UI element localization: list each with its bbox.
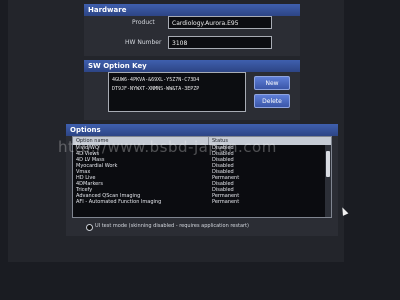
ui-test-mode-checkbox[interactable] (86, 224, 93, 231)
options-header: Options (66, 124, 338, 136)
sw-option-key-title: SW Option Key (88, 62, 147, 70)
hardware-panel: Product Cardiology.Aurora.E95 HW Number … (84, 16, 300, 56)
options-title: Options (70, 126, 101, 134)
delete-key-button[interactable]: Delete (254, 94, 290, 108)
product-label: Product (132, 19, 155, 26)
ui-test-mode-label: UI test mode (skinning disabled - requir… (95, 223, 249, 229)
system-config-screen: Hardware Product Cardiology.Aurora.E95 H… (8, 0, 344, 262)
scrollbar-thumb[interactable] (326, 151, 330, 177)
sw-option-key-panel: 4GUW6-4PKVA-&69XL-Y5Z7N-C73D4 DT9JF-NYWX… (84, 72, 300, 120)
option-key-line: DT9JF-NYWXT-XNMNS-WW&TA-3EPZP (112, 86, 200, 92)
option-status: Permanent (212, 199, 240, 205)
option-name: AFI - Automated Function Imaging (76, 199, 162, 205)
option-key-list[interactable]: 4GUW6-4PKVA-&69XL-Y5Z7N-C73D4 DT9JF-NYWX… (108, 72, 246, 112)
table-row[interactable]: AFI - Automated Function Imaging Permane… (73, 199, 331, 205)
options-scrollbar[interactable] (325, 145, 331, 217)
sw-option-key-header: SW Option Key (84, 60, 300, 72)
option-key-line: 4GUW6-4PKVA-&69XL-Y5Z7N-C73D4 (112, 77, 200, 83)
hw-number-field[interactable]: 3108 (168, 36, 272, 49)
hw-number-label: HW Number (125, 39, 162, 46)
product-field[interactable]: Cardiology.Aurora.E95 (168, 16, 272, 29)
watermark-text: http://www.bsbd-japan.com (58, 138, 277, 156)
new-key-button[interactable]: New (254, 76, 290, 90)
hardware-header: Hardware (84, 4, 300, 16)
hardware-title: Hardware (88, 6, 127, 14)
